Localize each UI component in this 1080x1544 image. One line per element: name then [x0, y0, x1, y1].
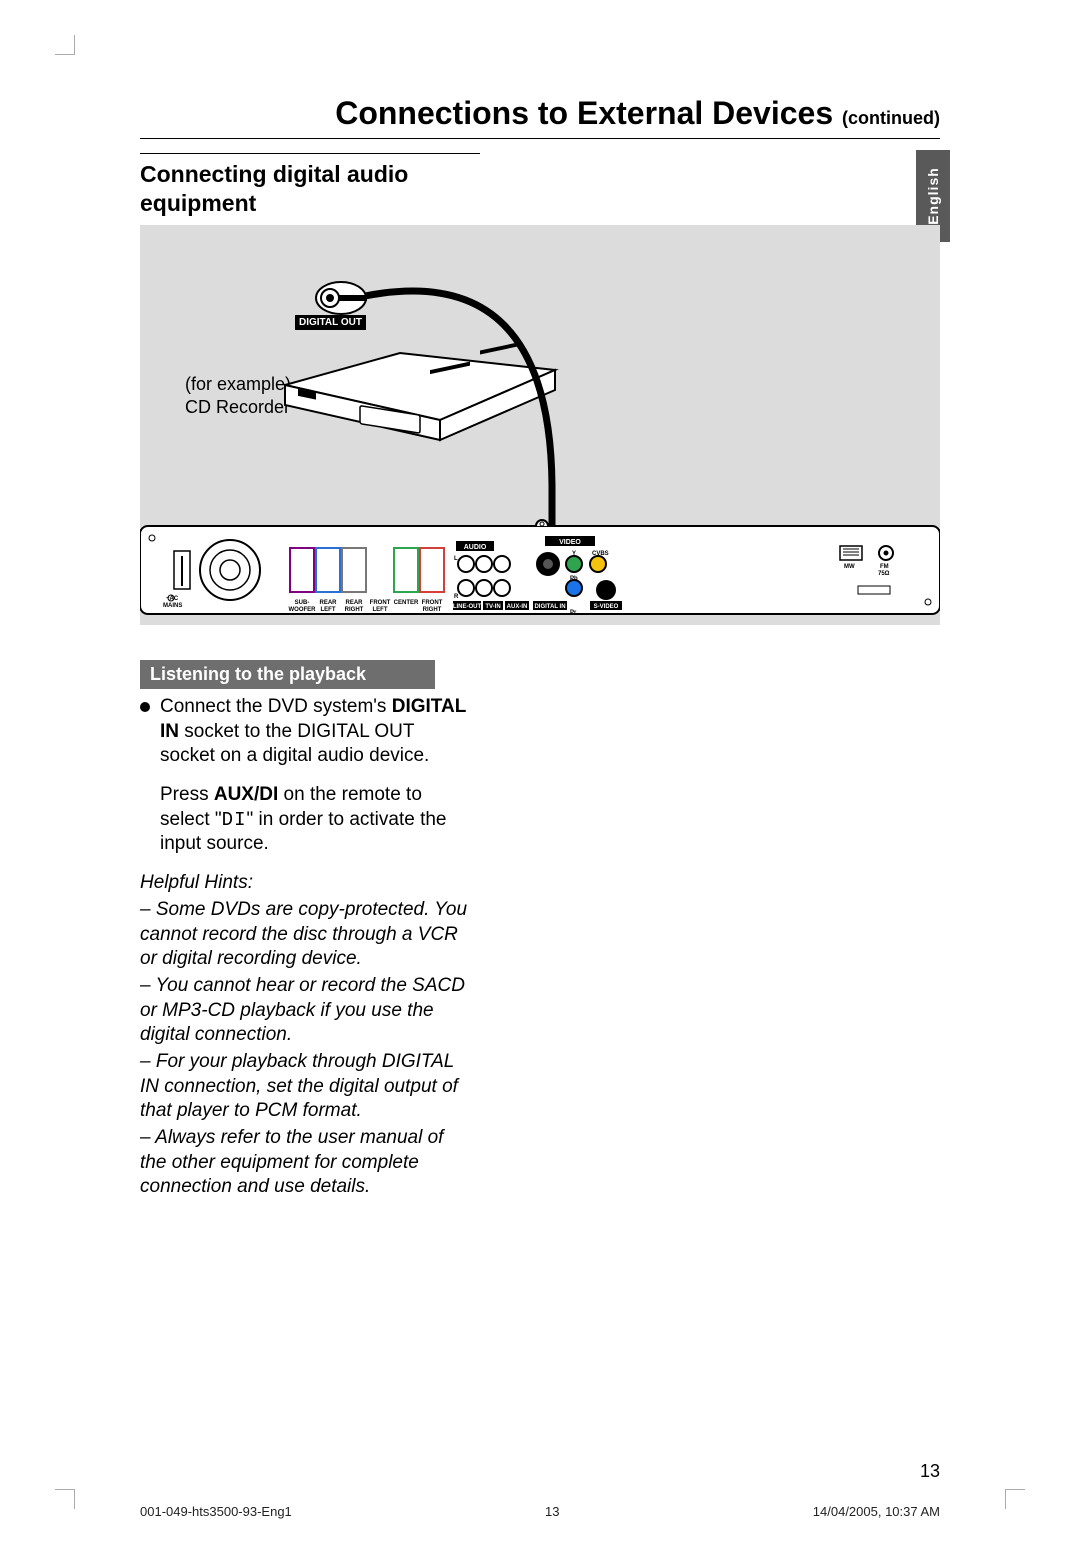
crop-mark: [55, 1489, 75, 1509]
svg-text:LINE-OUT: LINE-OUT: [453, 604, 482, 610]
svg-text:REAR: REAR: [319, 600, 337, 606]
crop-mark: [55, 35, 75, 55]
svg-text:75Ω: 75Ω: [878, 571, 890, 577]
rear-panel-illustration: ~AC MAINS SUB-WOOFER REARLEFT REARRIGHT …: [140, 508, 940, 636]
example-device-label: (for example) CD Recorder: [185, 373, 291, 418]
svg-text:VIDEO: VIDEO: [559, 539, 581, 546]
footer-timestamp: 14/04/2005, 10:37 AM: [813, 1504, 940, 1519]
svg-text:TV-IN: TV-IN: [485, 604, 500, 610]
cd-recorder-illustration: [280, 325, 560, 445]
title-main: Connections to External Devices: [335, 95, 833, 131]
hint-item: – Some DVDs are copy-protected. You cann…: [140, 898, 470, 972]
svg-text:S-VIDEO: S-VIDEO: [594, 604, 619, 610]
svg-text:RIGHT: RIGHT: [345, 607, 364, 613]
svg-text:DIGITAL IN: DIGITAL IN: [534, 604, 565, 610]
svg-text:LEFT: LEFT: [321, 607, 336, 613]
svg-text:MW: MW: [844, 564, 855, 570]
body-text-column: Connect the DVD system's DIGITAL IN sock…: [140, 695, 470, 1202]
subsection-heading: Listening to the playback: [140, 660, 435, 689]
svg-text:AUDIO: AUDIO: [464, 544, 487, 551]
footer-doc-code: 001-049-hts3500-93-Eng1: [140, 1504, 292, 1519]
svg-text:RIGHT: RIGHT: [423, 607, 442, 613]
svg-text:FM: FM: [880, 564, 889, 570]
language-label: English: [925, 167, 941, 225]
page-footer: 001-049-hts3500-93-Eng1 13 14/04/2005, 1…: [140, 1504, 940, 1519]
svg-text:CENTER: CENTER: [394, 600, 419, 606]
svg-text:FRONT: FRONT: [422, 600, 443, 606]
bullet-icon: [140, 702, 150, 712]
crop-mark: [1005, 1489, 1025, 1509]
title-continued: (continued): [842, 108, 940, 128]
svg-text:LEFT: LEFT: [373, 607, 388, 613]
svg-text:MAINS: MAINS: [163, 603, 182, 609]
digital-out-jack-icon: [315, 280, 367, 316]
page-title: Connections to External Devices (continu…: [140, 95, 940, 139]
svg-text:AUX-IN: AUX-IN: [507, 604, 528, 610]
svg-text:SUB-: SUB-: [295, 600, 310, 606]
section-heading: Connecting digital audio equipment: [140, 153, 480, 218]
hint-item: – For your playback through DIGITAL IN c…: [140, 1050, 470, 1124]
hint-item: – You cannot hear or record the SACD or …: [140, 974, 470, 1048]
svg-text:R: R: [454, 594, 459, 600]
hints-title: Helpful Hints:: [140, 871, 470, 896]
footer-page: 13: [545, 1504, 559, 1519]
instruction-paragraph: Connect the DVD system's DIGITAL IN sock…: [160, 695, 470, 769]
hint-item: – Always refer to the user manual of the…: [140, 1126, 470, 1200]
svg-text:WOOFER: WOOFER: [289, 607, 317, 613]
svg-text:REAR: REAR: [345, 600, 363, 606]
helpful-hints: Helpful Hints: – Some DVDs are copy-prot…: [140, 871, 470, 1200]
svg-text:Pr: Pr: [570, 610, 577, 616]
connection-diagram: (for example) CD Recorder DIGITAL OUT: [140, 225, 940, 625]
instruction-paragraph: Press AUX/DI on the remote to select "DI…: [160, 783, 470, 857]
svg-text:L: L: [454, 556, 458, 562]
page-number: 13: [920, 1461, 940, 1482]
svg-text:FRONT: FRONT: [370, 600, 391, 606]
